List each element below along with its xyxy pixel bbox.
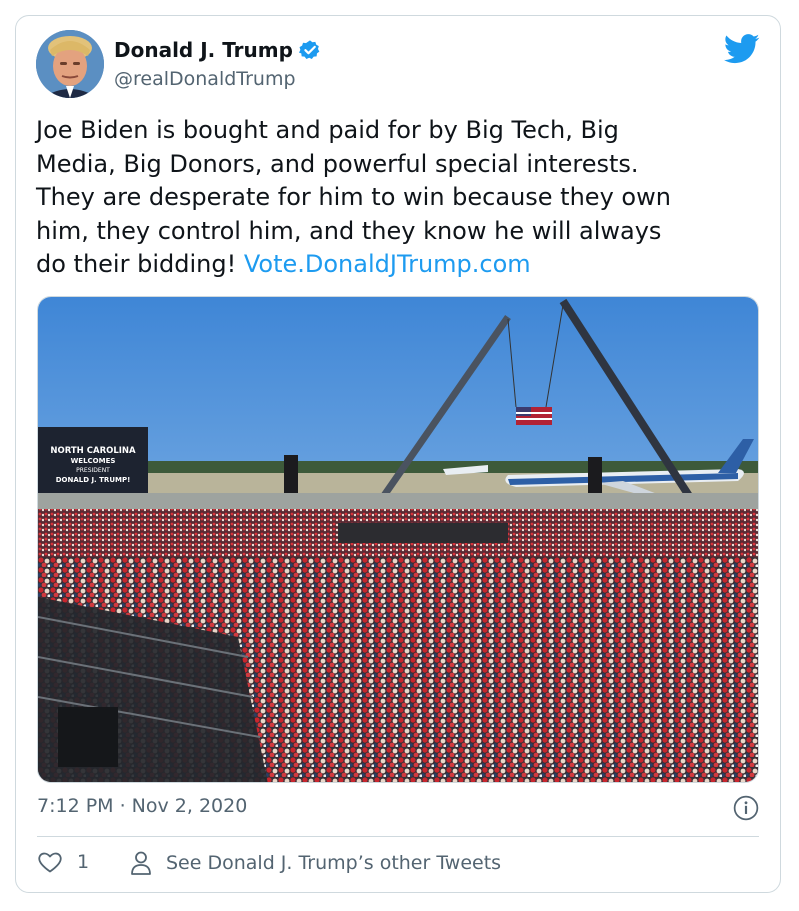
tweet-media-image[interactable]: NORTH CAROLINA WELCOMES PRESIDENT DONALD…: [37, 296, 759, 783]
author-name-row[interactable]: Donald J. Trump: [114, 38, 321, 62]
avatar[interactable]: [36, 30, 104, 98]
heart-icon: [38, 852, 62, 873]
verified-badge-icon: [298, 40, 320, 59]
like-count: 1: [77, 851, 90, 873]
twitter-bird-icon[interactable]: [724, 34, 760, 64]
tweet-timestamp[interactable]: 7:12 PM · Nov 2, 2020: [37, 795, 247, 817]
tweet-link[interactable]: Vote.DonaldJTrump.com: [244, 250, 531, 278]
author-handle[interactable]: @realDonaldTrump: [114, 68, 296, 90]
like-button[interactable]: 1: [37, 850, 89, 874]
billboard-line3: PRESIDENT: [76, 467, 110, 474]
person-icon: [131, 851, 151, 875]
info-icon[interactable]: [733, 795, 759, 821]
billboard-line2: WELCOMES: [71, 457, 116, 465]
billboard: NORTH CAROLINA WELCOMES PRESIDENT DONALD…: [38, 427, 148, 495]
see-other-tweets-label: See Donald J. Trump’s other Tweets: [166, 852, 502, 874]
author-name[interactable]: Donald J. Trump: [114, 38, 293, 62]
divider: [37, 836, 759, 837]
tweet-text: Joe Biden is bought and paid for by Big …: [36, 114, 756, 282]
billboard-line1: NORTH CAROLINA: [50, 446, 136, 456]
billboard-line4: DONALD J. TRUMP!: [56, 476, 131, 484]
see-other-tweets-link[interactable]: See Donald J. Trump’s other Tweets: [130, 850, 501, 876]
